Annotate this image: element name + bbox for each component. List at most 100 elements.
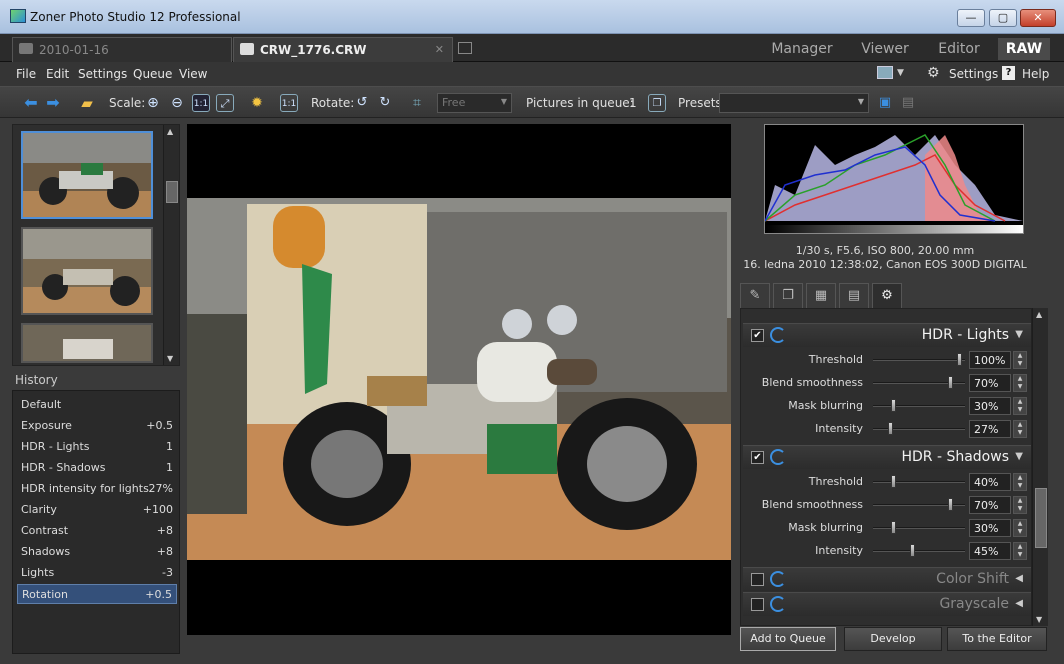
refresh-icon[interactable] bbox=[770, 596, 786, 612]
section-hdr-shadows[interactable]: ✔ HDR - Shadows ▼ bbox=[743, 445, 1031, 469]
param-slider-track[interactable] bbox=[873, 550, 965, 552]
back-arrow-icon[interactable]: ⬅ bbox=[22, 94, 40, 112]
scroll-down-icon[interactable]: ▼ bbox=[1036, 615, 1042, 624]
crop-icon[interactable]: ⌗ bbox=[408, 94, 426, 112]
history-row[interactable]: HDR - Lights 1 bbox=[17, 437, 177, 457]
queue-icon[interactable]: ❐ bbox=[648, 94, 666, 112]
edit-tab-icon[interactable] bbox=[458, 42, 472, 54]
image-canvas[interactable] bbox=[187, 124, 731, 635]
zoom-in-icon[interactable]: ⊕ bbox=[144, 94, 162, 112]
param-slider-handle[interactable] bbox=[887, 422, 893, 435]
monitor-icon[interactable] bbox=[877, 66, 893, 79]
param-value-field[interactable]: 40% bbox=[969, 473, 1011, 491]
refresh-icon[interactable] bbox=[770, 571, 786, 587]
param-spinner[interactable]: ▲ ▼ bbox=[1013, 374, 1027, 392]
param-value-field[interactable]: 70% bbox=[969, 374, 1011, 392]
param-spinner[interactable]: ▲ ▼ bbox=[1013, 496, 1027, 514]
history-row[interactable]: HDR intensity for lights 27% bbox=[17, 479, 177, 499]
history-row[interactable]: Contrast +8 bbox=[17, 521, 177, 541]
history-row[interactable]: Default bbox=[17, 395, 177, 415]
zoom-1-1-icon[interactable]: 1:1 bbox=[192, 94, 210, 112]
param-value-field[interactable]: 27% bbox=[969, 420, 1011, 438]
scroll-thumb[interactable] bbox=[166, 181, 178, 203]
scroll-down-icon[interactable]: ▼ bbox=[167, 354, 173, 363]
history-row[interactable]: Shadows +8 bbox=[17, 542, 177, 562]
param-spinner[interactable]: ▲ ▼ bbox=[1013, 542, 1027, 560]
section-hdr-lights[interactable]: ✔ HDR - Lights ▼ bbox=[743, 323, 1031, 347]
param-spinner[interactable]: ▲ ▼ bbox=[1013, 351, 1027, 369]
minimize-button[interactable]: — bbox=[957, 9, 985, 27]
rotate-right-icon[interactable]: ↻ bbox=[376, 94, 394, 112]
tab-file[interactable]: CRW_1776.CRW ✕ bbox=[233, 37, 453, 62]
menu-settings[interactable]: Settings bbox=[78, 67, 127, 81]
tab-color-icon[interactable]: ❐ bbox=[773, 283, 803, 309]
color-shift-checkbox[interactable] bbox=[751, 573, 764, 586]
open-folder-icon[interactable]: ▰ bbox=[78, 94, 96, 112]
param-slider-handle[interactable] bbox=[890, 521, 896, 534]
param-slider-handle[interactable] bbox=[956, 353, 962, 366]
forward-arrow-icon[interactable]: ➡ bbox=[44, 94, 62, 112]
thumbnail-selected[interactable] bbox=[21, 131, 153, 219]
param-slider-track[interactable] bbox=[873, 481, 965, 483]
param-value-field[interactable]: 100% bbox=[969, 351, 1011, 369]
param-slider-track[interactable] bbox=[873, 405, 965, 407]
scroll-up-icon[interactable]: ▲ bbox=[167, 127, 173, 136]
crop-ratio-select[interactable]: Free ▼ bbox=[437, 93, 512, 113]
history-row[interactable]: Exposure +0.5 bbox=[17, 416, 177, 436]
rotate-left-icon[interactable]: ↺ bbox=[353, 94, 371, 112]
chevron-down-icon[interactable]: ▼ bbox=[1015, 451, 1023, 462]
param-slider-handle[interactable] bbox=[890, 399, 896, 412]
param-slider-handle[interactable] bbox=[947, 376, 953, 389]
tab-lens-icon[interactable]: ▦ bbox=[806, 283, 836, 309]
maximize-button[interactable]: ▢ bbox=[989, 9, 1017, 27]
sun-icon[interactable]: ✹ bbox=[248, 94, 266, 112]
history-row[interactable]: Clarity +100 bbox=[17, 500, 177, 520]
param-spinner[interactable]: ▲ ▼ bbox=[1013, 420, 1027, 438]
chevron-down-icon[interactable]: ▼ bbox=[1015, 329, 1023, 340]
param-slider-track[interactable] bbox=[873, 428, 965, 430]
chevron-down-icon[interactable]: ▼ bbox=[897, 68, 904, 78]
param-slider-track[interactable] bbox=[873, 527, 965, 529]
presets-select[interactable]: ▼ bbox=[719, 93, 869, 113]
right-settings-link[interactable]: Settings bbox=[949, 67, 998, 81]
thumbnail-scrollbar[interactable]: ▲ ▼ bbox=[163, 125, 179, 365]
gear-icon[interactable]: ⚙ bbox=[927, 65, 940, 81]
panel-scrollbar[interactable]: ▲ ▼ bbox=[1032, 308, 1048, 626]
to-editor-button[interactable]: To the Editor bbox=[947, 627, 1047, 651]
scroll-up-icon[interactable]: ▲ bbox=[1036, 310, 1042, 319]
mode-manager[interactable]: Manager bbox=[764, 38, 840, 60]
param-value-field[interactable]: 30% bbox=[969, 397, 1011, 415]
param-slider-handle[interactable] bbox=[909, 544, 915, 557]
menu-queue[interactable]: Queue bbox=[133, 67, 172, 81]
scroll-thumb[interactable] bbox=[1035, 488, 1047, 548]
delete-preset-icon[interactable]: ▤ bbox=[899, 94, 917, 112]
section-color-shift[interactable]: Color Shift ◀ bbox=[743, 567, 1031, 591]
zoom-out-icon[interactable]: ⊖ bbox=[168, 94, 186, 112]
chevron-left-icon[interactable]: ◀ bbox=[1015, 598, 1023, 609]
hdr-shadows-checkbox[interactable]: ✔ bbox=[751, 451, 764, 464]
close-button[interactable]: ✕ bbox=[1020, 9, 1056, 27]
menu-view[interactable]: View bbox=[179, 67, 207, 81]
history-row[interactable]: HDR - Shadows 1 bbox=[17, 458, 177, 478]
param-spinner[interactable]: ▲ ▼ bbox=[1013, 473, 1027, 491]
menu-file[interactable]: File bbox=[16, 67, 36, 81]
save-preset-icon[interactable]: ▣ bbox=[876, 94, 894, 112]
help-link[interactable]: Help bbox=[1022, 67, 1049, 81]
tab-folder[interactable]: 2010-01-16 bbox=[12, 37, 232, 62]
hdr-lights-checkbox[interactable]: ✔ bbox=[751, 329, 764, 342]
param-value-field[interactable]: 30% bbox=[969, 519, 1011, 537]
tab-close-icon[interactable]: ✕ bbox=[435, 43, 444, 56]
param-value-field[interactable]: 45% bbox=[969, 542, 1011, 560]
thumbnail[interactable] bbox=[21, 227, 153, 315]
mode-raw[interactable]: RAW bbox=[998, 38, 1050, 60]
param-slider-track[interactable] bbox=[873, 359, 965, 361]
chevron-left-icon[interactable]: ◀ bbox=[1015, 573, 1023, 584]
history-row[interactable]: Rotation +0.5 bbox=[17, 584, 177, 604]
add-to-queue-button[interactable]: Add to Queue bbox=[740, 627, 836, 651]
param-slider-handle[interactable] bbox=[890, 475, 896, 488]
mode-editor[interactable]: Editor bbox=[928, 38, 990, 60]
refresh-icon[interactable] bbox=[770, 327, 786, 343]
compare-icon[interactable]: 1:1 bbox=[280, 94, 298, 112]
grayscale-checkbox[interactable] bbox=[751, 598, 764, 611]
section-grayscale[interactable]: Grayscale ◀ bbox=[743, 592, 1031, 616]
